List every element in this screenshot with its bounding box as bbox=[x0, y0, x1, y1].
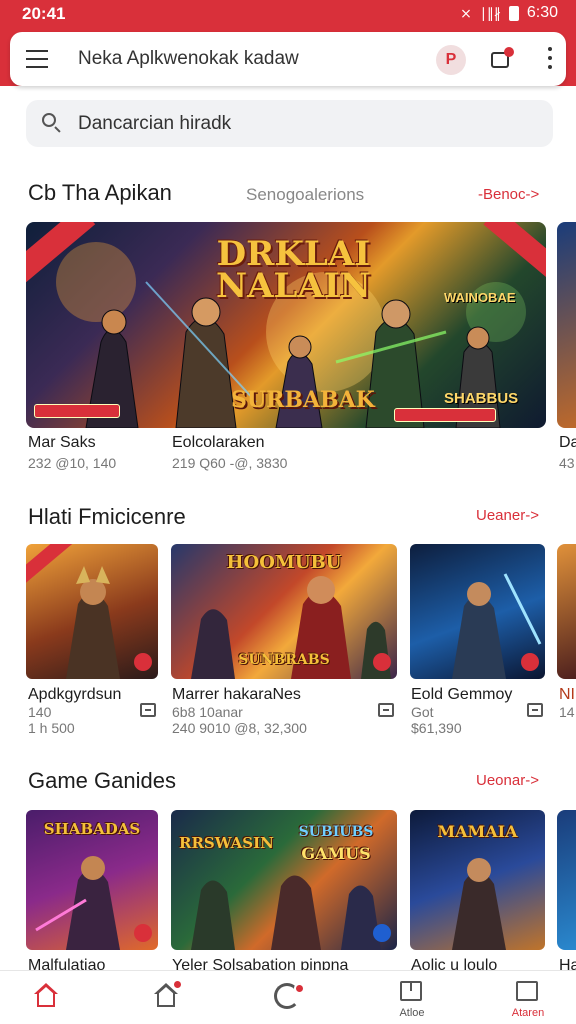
banner-tag-2 bbox=[394, 408, 496, 422]
search-input[interactable] bbox=[78, 100, 538, 147]
box-icon bbox=[400, 981, 422, 1001]
featured-title: Cb Tha Apikan bbox=[28, 180, 172, 205]
next-banner-peek[interactable] bbox=[557, 222, 576, 428]
section-title: Hlati Fmicicenre bbox=[28, 504, 186, 529]
battery-icon bbox=[508, 5, 519, 21]
more-options-icon[interactable] bbox=[540, 47, 560, 71]
game-card-image[interactable]: SHABADAS bbox=[26, 810, 158, 950]
game-card-meta: $61,390 bbox=[411, 720, 462, 736]
game-card-image[interactable]: RRSWASIN SUBIUBS GAMUS bbox=[171, 810, 397, 950]
featured-item-meta: 219 Q60 -@, 3830 bbox=[172, 455, 288, 471]
game-card-image[interactable]: HOOMUBU SUNBRABS bbox=[171, 544, 397, 679]
section-see-all-link[interactable]: Ueaner-> bbox=[476, 507, 539, 524]
featured-item-name[interactable]: Da bbox=[559, 434, 576, 452]
section-title: Game Ganides bbox=[28, 768, 176, 793]
game-card-name[interactable]: Eold Gemmoy bbox=[411, 686, 512, 704]
nav-home[interactable] bbox=[26, 971, 66, 1024]
bottom-navigation: Atloe Ataren bbox=[0, 970, 576, 1024]
avatar[interactable]: P bbox=[436, 45, 466, 75]
next-card-peek[interactable] bbox=[557, 810, 576, 950]
featured-subtitle: Senogoalerions bbox=[246, 185, 365, 204]
game-card-meta: 1 h 500 bbox=[28, 720, 75, 736]
game-card-image[interactable]: MAMAIA bbox=[410, 810, 545, 950]
app-title: Neka Aplkwenokak kadaw bbox=[78, 48, 299, 69]
menu-icon[interactable] bbox=[26, 50, 48, 68]
banner-tag bbox=[34, 404, 120, 418]
download-icon[interactable] bbox=[527, 703, 543, 717]
game-card-meta: 6b8 10anar bbox=[172, 704, 243, 720]
chart-icon bbox=[516, 981, 538, 1001]
banner-side-label-2: SHABBUS bbox=[444, 390, 519, 407]
featured-item-name[interactable]: Mar Saks bbox=[28, 434, 96, 452]
wifi-icon: ⨯ bbox=[460, 4, 472, 21]
nav-account[interactable]: Ataren bbox=[508, 971, 548, 1024]
search-icon bbox=[42, 113, 62, 133]
game-card-name[interactable]: NI bbox=[559, 686, 575, 704]
game-card-name[interactable]: Marrer hakaraNes bbox=[172, 686, 301, 704]
game-card-meta: 140 bbox=[28, 704, 52, 720]
game-card-image[interactable] bbox=[26, 544, 158, 679]
game-card-meta: 14 bbox=[559, 704, 575, 720]
game-card-name[interactable]: Apdkgyrdsun bbox=[28, 686, 121, 704]
updates-badge bbox=[294, 983, 305, 994]
game-card-meta: Got bbox=[411, 704, 434, 720]
nav-library[interactable]: Atloe bbox=[392, 971, 432, 1024]
status-time: 20:41 bbox=[22, 4, 66, 23]
featured-item-meta: 43 bbox=[559, 455, 575, 471]
featured-item-name[interactable]: Eolcolaraken bbox=[172, 434, 265, 452]
banner-title: DRKLAI NALAIN bbox=[216, 234, 371, 306]
download-icon[interactable] bbox=[140, 703, 156, 717]
section-see-all-link[interactable]: Ueonar-> bbox=[476, 772, 539, 789]
game-card-image[interactable] bbox=[410, 544, 545, 679]
nav-updates[interactable] bbox=[268, 971, 308, 1024]
notification-badge bbox=[504, 47, 514, 57]
next-card-peek[interactable] bbox=[557, 544, 576, 679]
banner-subtitle: SURBABAK bbox=[231, 387, 375, 413]
download-icon[interactable] bbox=[378, 703, 394, 717]
app-bar: Neka Aplkwenokak kadaw P bbox=[10, 32, 566, 86]
featured-item-meta: 232 @10, 140 bbox=[28, 455, 117, 471]
signal-icon: ∣∥∦ bbox=[479, 4, 501, 21]
status-icons: ⨯ ∣∥∦ 6:30 bbox=[460, 4, 558, 22]
search-bar bbox=[26, 100, 553, 147]
home-icon bbox=[34, 983, 58, 1009]
banner-side-label: WAINOBAE bbox=[444, 290, 516, 305]
notification-icon[interactable] bbox=[488, 46, 514, 72]
nav-store[interactable] bbox=[146, 971, 186, 1024]
featured-see-all-link[interactable]: -Benoc-> bbox=[478, 186, 539, 203]
store-badge bbox=[172, 979, 183, 990]
game-card-meta: 240 9010 @8, 32,300 bbox=[172, 720, 307, 736]
status-right-time: 6:30 bbox=[526, 4, 558, 21]
featured-banner[interactable]: DRKLAI NALAIN WAINOBAE SURBABAK SHABBUS bbox=[26, 222, 546, 428]
